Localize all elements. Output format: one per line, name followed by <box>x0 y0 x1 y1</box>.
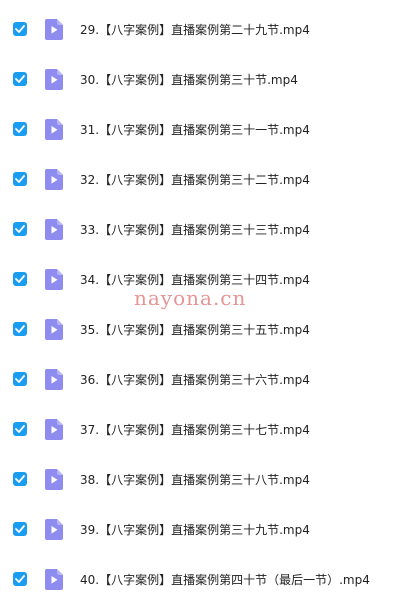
file-row[interactable]: 32.【八字案例】直播案例第三十二节.mp4 <box>0 154 405 204</box>
file-row[interactable]: 31.【八字案例】直播案例第三十一节.mp4 <box>0 104 405 154</box>
file-row[interactable]: 29.【八字案例】直播案例第二十九节.mp4 <box>0 4 405 54</box>
file-name[interactable]: 37.【八字案例】直播案例第三十七节.mp4 <box>80 421 310 438</box>
checkbox-checked[interactable] <box>13 372 27 386</box>
file-name[interactable]: 29.【八字案例】直播案例第二十九节.mp4 <box>80 21 310 38</box>
file-name[interactable]: 30.【八字案例】直播案例第三十节.mp4 <box>80 71 298 88</box>
video-file-icon <box>45 468 63 490</box>
file-row[interactable]: 35.【八字案例】直播案例第三十五节.mp4 <box>0 304 405 354</box>
checkbox-checked[interactable] <box>13 22 27 36</box>
file-name[interactable]: 38.【八字案例】直播案例第三十八节.mp4 <box>80 471 310 488</box>
checkbox-checked[interactable] <box>13 422 27 436</box>
file-row[interactable]: 38.【八字案例】直播案例第三十八节.mp4 <box>0 454 405 504</box>
video-file-icon <box>45 18 63 40</box>
video-file-icon <box>45 168 63 190</box>
file-row[interactable]: 30.【八字案例】直播案例第三十节.mp4 <box>0 54 405 104</box>
video-file-icon <box>45 568 63 590</box>
video-file-icon <box>45 268 63 290</box>
video-file-icon <box>45 118 63 140</box>
file-row[interactable]: 36.【八字案例】直播案例第三十六节.mp4 <box>0 354 405 404</box>
file-row[interactable]: 39.【八字案例】直播案例第三十九节.mp4 <box>0 504 405 554</box>
video-file-icon <box>45 368 63 390</box>
checkbox-checked[interactable] <box>13 222 27 236</box>
checkbox-checked[interactable] <box>13 472 27 486</box>
file-row[interactable]: 33.【八字案例】直播案例第三十三节.mp4 <box>0 204 405 254</box>
file-row[interactable]: 34.【八字案例】直播案例第三十四节.mp4 <box>0 254 405 304</box>
video-file-icon <box>45 518 63 540</box>
checkbox-checked[interactable] <box>13 322 27 336</box>
file-name[interactable]: 39.【八字案例】直播案例第三十九节.mp4 <box>80 521 310 538</box>
file-name[interactable]: 31.【八字案例】直播案例第三十一节.mp4 <box>80 121 310 138</box>
file-name[interactable]: 40.【八字案例】直播案例第四十节（最后一节）.mp4 <box>80 571 370 588</box>
video-file-icon <box>45 318 63 340</box>
checkbox-checked[interactable] <box>13 272 27 286</box>
video-file-icon <box>45 418 63 440</box>
file-name[interactable]: 32.【八字案例】直播案例第三十二节.mp4 <box>80 171 310 188</box>
file-list: 29.【八字案例】直播案例第二十九节.mp4 30.【八字案例】直播案例第三十节.… <box>0 4 405 604</box>
checkbox-checked[interactable] <box>13 522 27 536</box>
checkbox-checked[interactable] <box>13 172 27 186</box>
file-name[interactable]: 36.【八字案例】直播案例第三十六节.mp4 <box>80 371 310 388</box>
checkbox-checked[interactable] <box>13 122 27 136</box>
checkbox-checked[interactable] <box>13 72 27 86</box>
file-name[interactable]: 35.【八字案例】直播案例第三十五节.mp4 <box>80 321 310 338</box>
file-row[interactable]: 40.【八字案例】直播案例第四十节（最后一节）.mp4 <box>0 554 405 604</box>
file-name[interactable]: 34.【八字案例】直播案例第三十四节.mp4 <box>80 271 310 288</box>
video-file-icon <box>45 68 63 90</box>
file-row[interactable]: 37.【八字案例】直播案例第三十七节.mp4 <box>0 404 405 454</box>
file-name[interactable]: 33.【八字案例】直播案例第三十三节.mp4 <box>80 221 310 238</box>
video-file-icon <box>45 218 63 240</box>
checkbox-checked[interactable] <box>13 572 27 586</box>
